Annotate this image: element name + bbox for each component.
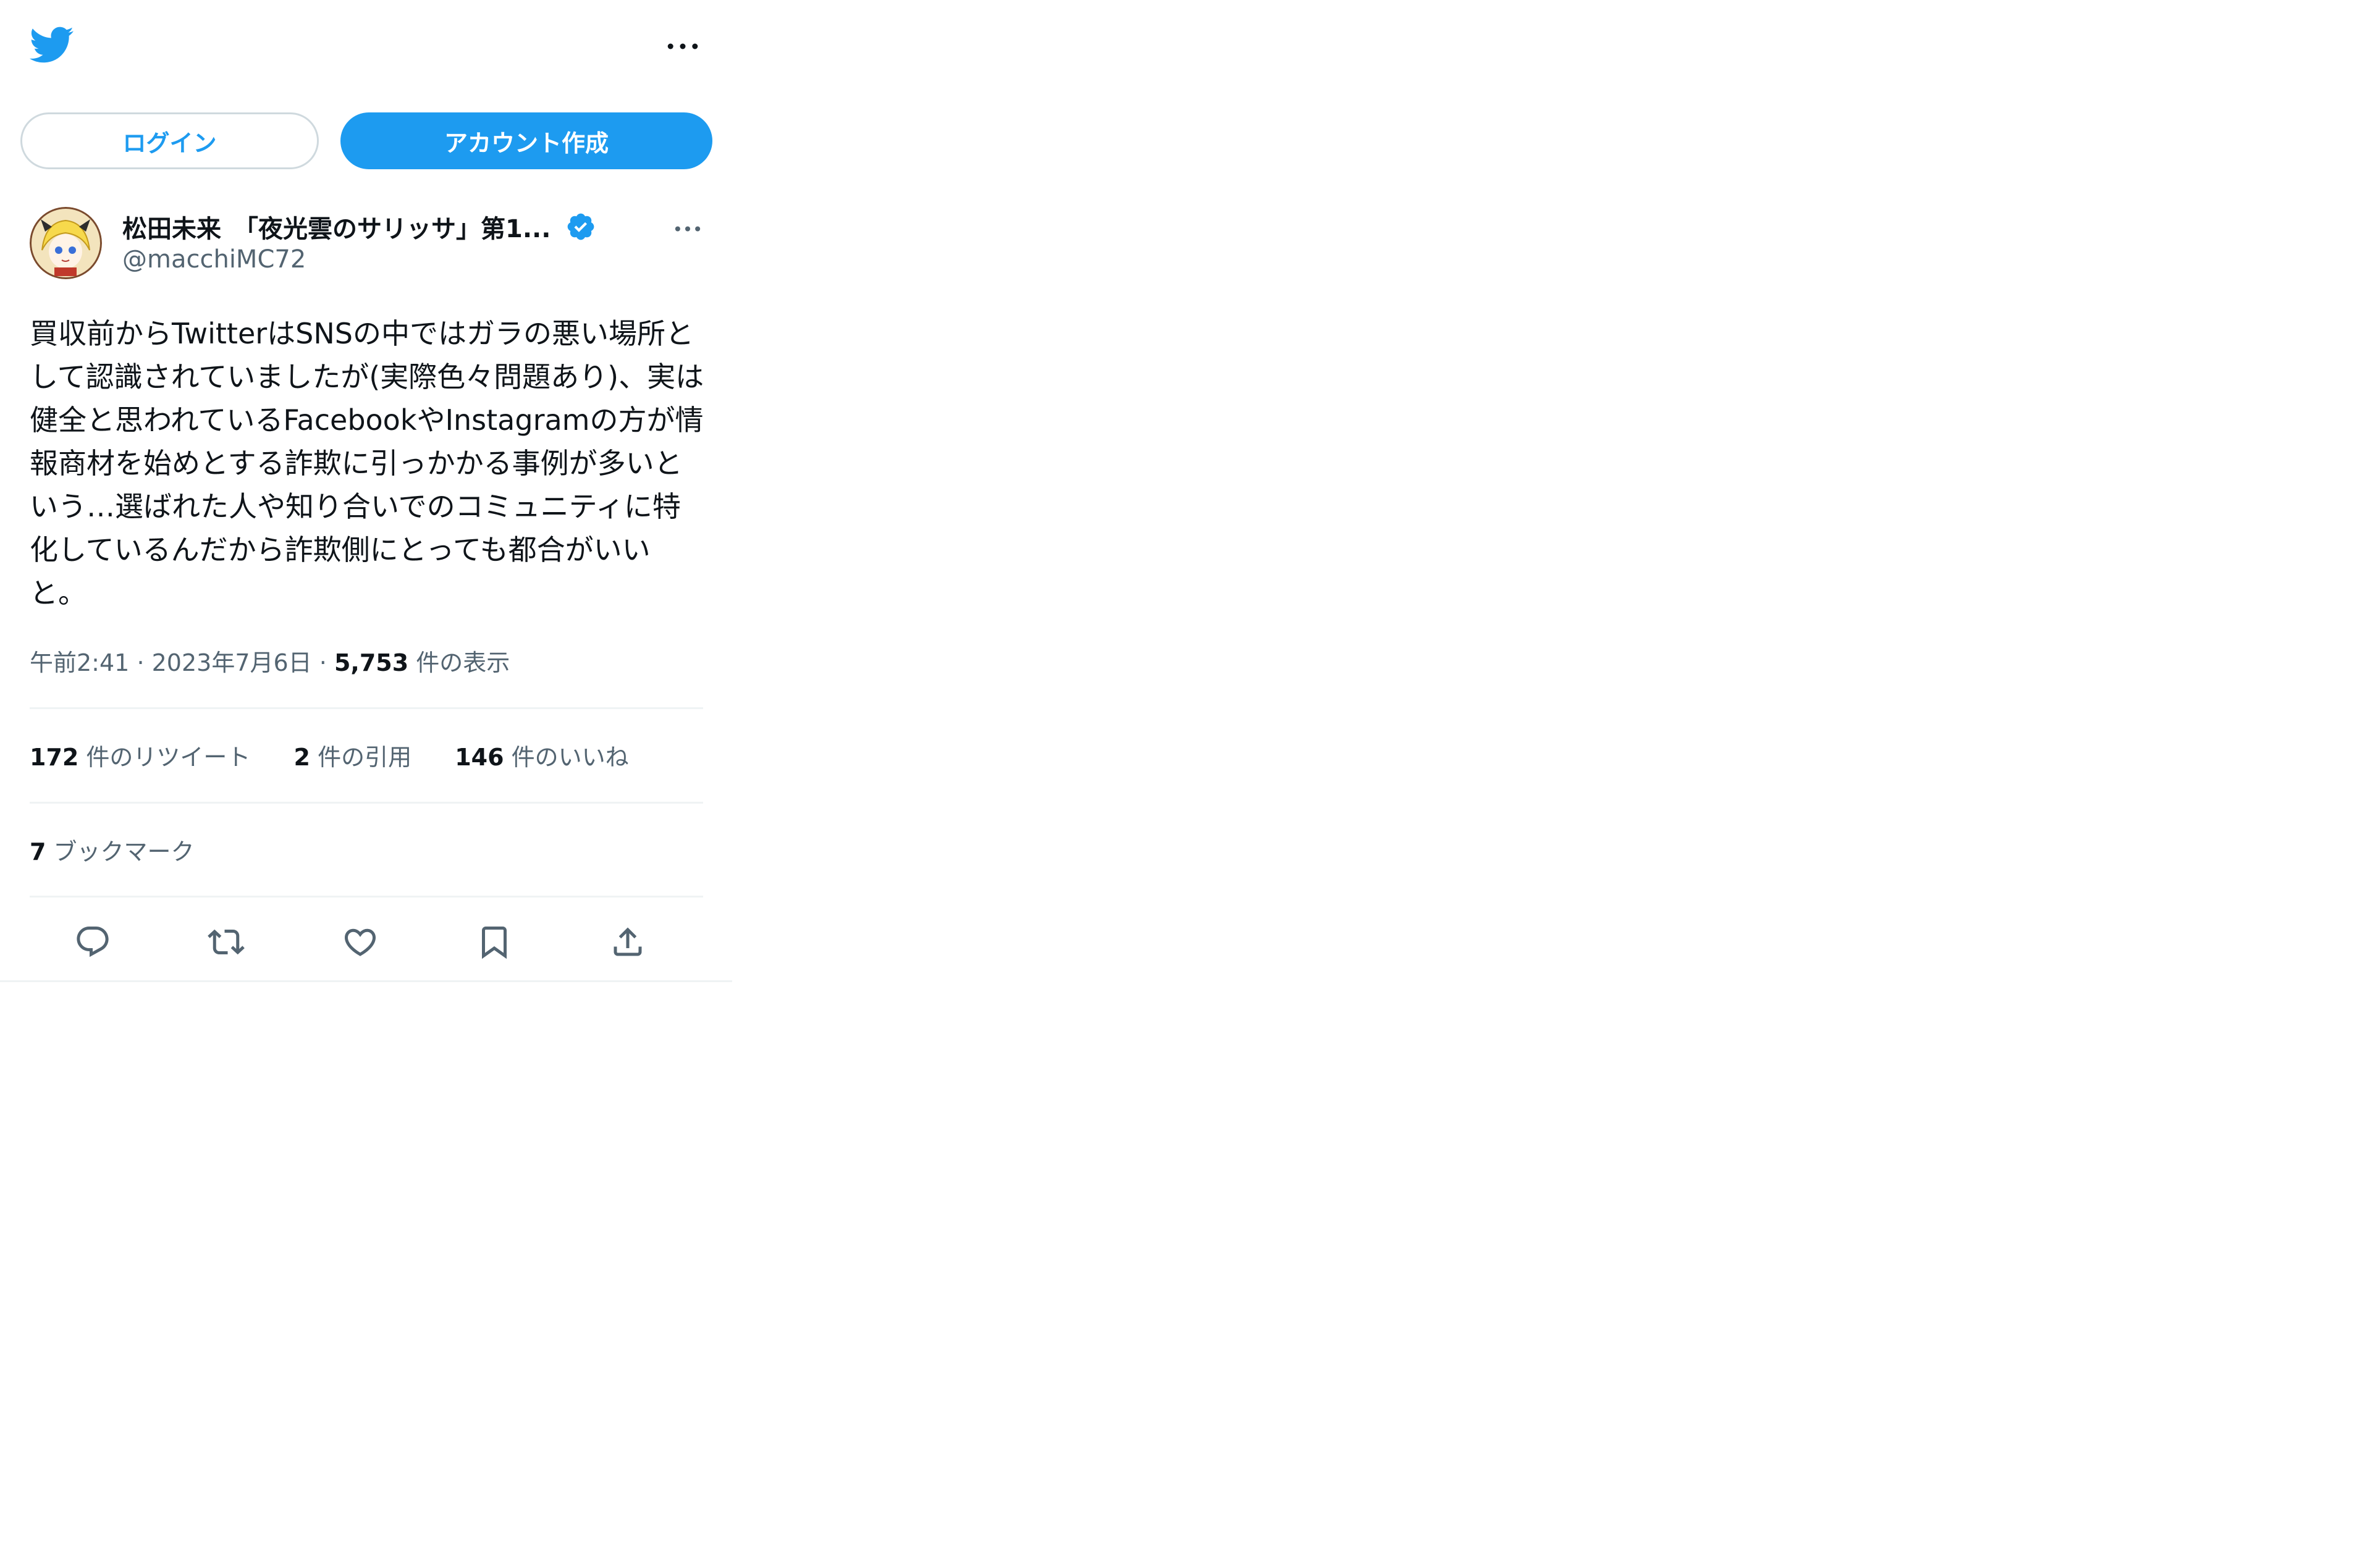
retweets-stat[interactable]: 172 件のリツイート xyxy=(30,738,250,772)
meta-separator: · xyxy=(319,649,334,676)
likes-count: 146 xyxy=(455,744,504,771)
tweet-text: 買収前からTwitterはSNSの中ではガラの悪い場所として認識されていましたが… xyxy=(30,317,704,610)
tweet-time[interactable]: 午前2:41 xyxy=(30,649,129,676)
author-display-name[interactable]: 松田未来 「夜光雲のサリッサ」第1... xyxy=(122,209,551,245)
verified-badge-icon xyxy=(565,211,596,242)
tweet-meta: 午前2:41 · 2023年7月6日 · 5,753 件の表示 xyxy=(30,644,510,678)
bookmarks-stat[interactable]: 7 ブックマーク xyxy=(30,833,195,867)
retweets-label: 件のリツイート xyxy=(86,744,251,771)
views-count: 5,753 xyxy=(334,649,409,676)
bookmarks-count: 7 xyxy=(30,838,46,865)
meta-separator: · xyxy=(137,649,152,676)
reply-icon[interactable] xyxy=(68,917,117,967)
likes-stat[interactable]: 146 件のいいね xyxy=(455,738,628,772)
divider xyxy=(30,896,703,898)
tweet-actions xyxy=(30,911,703,973)
top-bar xyxy=(0,0,732,93)
like-icon[interactable] xyxy=(335,917,385,967)
bookmarks-label: ブックマーク xyxy=(53,838,195,865)
retweets-count: 172 xyxy=(30,744,79,771)
avatar[interactable] xyxy=(30,207,102,279)
signup-button[interactable]: アカウント作成 xyxy=(340,112,712,169)
tweet-stats: 172 件のリツイート 2 件の引用 146 件のいいね xyxy=(30,738,665,772)
likes-label: 件のいいね xyxy=(511,744,629,771)
share-icon[interactable] xyxy=(603,917,652,967)
bookmark-icon[interactable] xyxy=(470,917,519,967)
tweet-date[interactable]: 2023年7月6日 xyxy=(152,649,312,676)
more-options-icon[interactable] xyxy=(661,28,704,65)
quotes-count: 2 xyxy=(293,744,310,771)
quotes-stat[interactable]: 2 件の引用 xyxy=(294,738,412,772)
twitter-bird-icon[interactable] xyxy=(28,22,74,68)
divider xyxy=(30,707,703,709)
author-handle[interactable]: @macchiMC72 xyxy=(122,245,306,274)
login-button[interactable]: ログイン xyxy=(20,112,319,169)
quotes-label: 件の引用 xyxy=(318,744,412,771)
views-label: 件の表示 xyxy=(416,649,510,676)
auth-buttons: ログイン アカウント作成 xyxy=(20,112,712,169)
tweet-author: 松田未来 「夜光雲のサリッサ」第1... @macchiMC72 xyxy=(30,207,709,284)
retweet-icon[interactable] xyxy=(201,917,251,967)
divider xyxy=(30,802,703,804)
author-name-row[interactable]: 松田未来 「夜光雲のサリッサ」第1... xyxy=(122,208,617,245)
tweet-panel: ログイン アカウント作成 松田未来 「夜光雲のサリッサ」第1... @macch… xyxy=(0,0,732,982)
tweet-more-icon[interactable] xyxy=(669,213,706,244)
page: ログイン アカウント作成 松田未来 「夜光雲のサリッサ」第1... @macch… xyxy=(0,0,2380,1564)
